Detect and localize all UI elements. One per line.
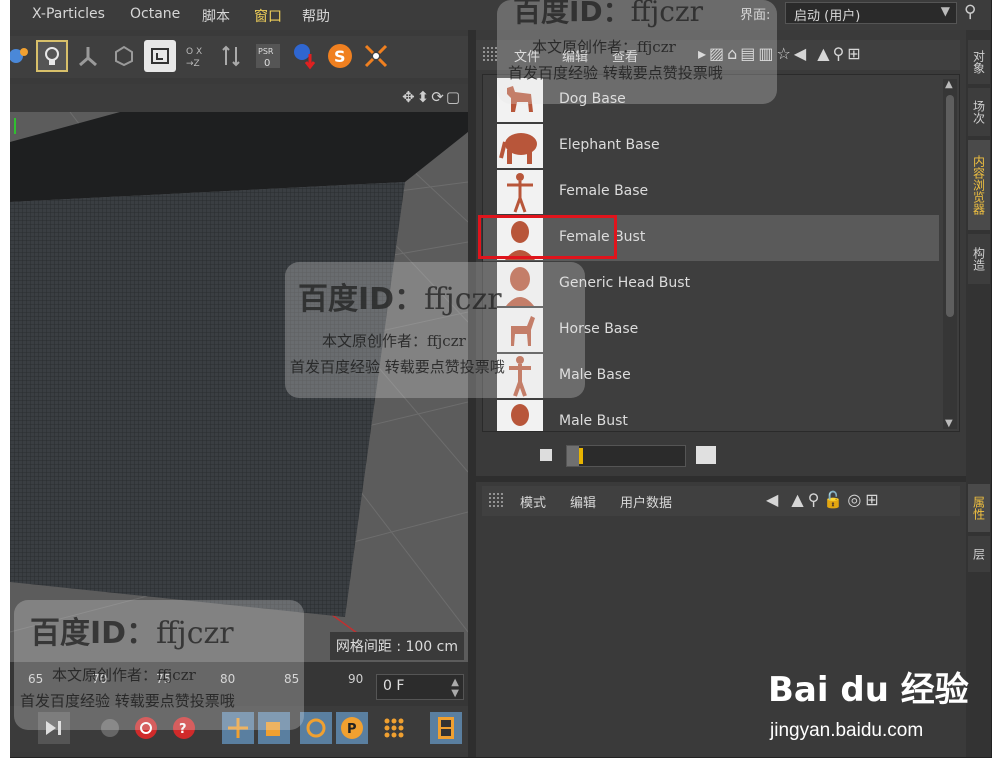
thumbnail-size-row xyxy=(482,440,960,470)
slider-handle[interactable] xyxy=(579,448,583,464)
menu-octane[interactable]: Octane xyxy=(130,6,180,22)
watermark-title: 百度ID： xyxy=(513,0,631,28)
tab-objects[interactable]: 对象 xyxy=(968,40,990,84)
attr-menu-mode[interactable]: 模式 xyxy=(520,492,546,511)
drop-object-icon[interactable] xyxy=(288,40,320,72)
thumbnail-size-slider[interactable] xyxy=(566,445,686,467)
watermark-author: 本文原创作者：ffjczr xyxy=(532,38,676,56)
attributes-header: 模式 编辑 用户数据 ◀ ▲⚲🔓◎⊞ xyxy=(482,486,960,516)
current-frame-value: 0 F xyxy=(383,678,405,694)
svg-text:S: S xyxy=(334,47,346,66)
rotate-key-icon[interactable] xyxy=(300,712,332,744)
attr-tool-icons[interactable]: ◀ ▲⚲🔓◎⊞ xyxy=(766,490,883,509)
watermark-note: 首发百度经验 转载要点赞投票哦 xyxy=(290,358,505,376)
layout-select[interactable]: 启动 (用户) ▼ xyxy=(785,2,957,24)
watermark-author: 本文原创作者：ffjczr xyxy=(322,332,466,350)
scroll-up-icon[interactable]: ▲ xyxy=(945,79,953,90)
slider-fill xyxy=(567,446,579,466)
list-scrollbar[interactable]: ▲ ▼ xyxy=(943,79,957,429)
side-tabs: 对象 场次 内容浏览器 构造 属性 层 xyxy=(966,30,991,757)
viewport-header: ✥⬍⟳▢ xyxy=(10,84,468,112)
snap-arrows-icon[interactable] xyxy=(216,40,248,72)
svg-text:O X: O X xyxy=(186,47,202,57)
elephant-icon xyxy=(497,124,543,168)
watermark-title: 百度ID： xyxy=(298,282,425,317)
search-icon[interactable]: ⚲ xyxy=(964,2,976,22)
list-item-label: Elephant Base xyxy=(559,137,660,153)
main-toolbar: O X →Z PSR 0 S xyxy=(10,36,468,78)
tab-structure[interactable]: 构造 xyxy=(968,234,990,284)
watermark-bottom: 百度ID：ffjczr xyxy=(30,608,234,652)
bone-tool-icon[interactable] xyxy=(72,40,104,72)
menu-window[interactable]: 窗口 xyxy=(254,6,282,26)
psr-reset-icon[interactable]: PSR 0 xyxy=(252,40,284,72)
list-item-label: Male Bust xyxy=(559,413,628,429)
svg-text:→Z: →Z xyxy=(186,59,200,69)
baidu-jingyan-url: jingyan.baidu.com xyxy=(770,720,924,741)
watermark-title: 百度ID： xyxy=(30,616,157,651)
horizontal-splitter[interactable] xyxy=(476,476,966,482)
watermark-handle: ffjczr xyxy=(156,616,234,651)
watermark-author: 本文原创作者：ffjczr xyxy=(52,666,196,684)
axis-xyz-icon[interactable]: O X →Z xyxy=(180,40,212,72)
tab-takes[interactable]: 场次 xyxy=(968,88,990,136)
grid-spacing-label: 网格间距 : 100 cm xyxy=(329,632,464,660)
viewport-nav-icons[interactable]: ✥⬍⟳▢ xyxy=(402,88,462,106)
panel-grip-icon[interactable] xyxy=(488,492,504,508)
large-thumb-icon[interactable] xyxy=(696,446,716,464)
watermark-middle: 百度ID：ffjczr xyxy=(298,274,502,318)
list-item[interactable]: Female Base xyxy=(483,169,939,215)
list-item[interactable]: Male Bust xyxy=(483,399,939,431)
spinner-icon[interactable]: ▲ ▼ xyxy=(451,677,459,699)
layout-select-value: 启动 (用户) xyxy=(794,9,861,24)
tab-layers[interactable]: 层 xyxy=(968,536,990,572)
tab-content-browser[interactable]: 内容浏览器 xyxy=(968,140,990,230)
attr-menu-userdata[interactable]: 用户数据 xyxy=(620,492,672,511)
chevron-down-icon: ▼ xyxy=(940,4,950,18)
female-figure-icon xyxy=(497,170,543,214)
current-frame-field[interactable]: 0 F ▲ ▼ xyxy=(376,674,464,700)
watermark-note: 首发百度经验 转载要点赞投票哦 xyxy=(508,64,723,82)
script-s-icon[interactable]: S xyxy=(324,40,356,72)
menu-script[interactable]: 脚本 xyxy=(202,6,230,26)
explode-icon[interactable] xyxy=(360,40,392,72)
baidu-jingyan-logo: Bai du 经验 xyxy=(768,670,969,710)
scroll-down-icon[interactable]: ▼ xyxy=(945,418,953,429)
timeline-tick: 90 xyxy=(348,672,364,686)
svg-text:PSR: PSR xyxy=(258,47,274,56)
list-item[interactable]: Elephant Base xyxy=(483,123,939,169)
light-bulb-icon[interactable] xyxy=(36,40,68,72)
cube-front-face xyxy=(10,182,405,617)
scroll-thumb[interactable] xyxy=(946,95,954,317)
film-strip-icon[interactable] xyxy=(430,712,462,744)
selection-highlight-box xyxy=(478,215,617,259)
cube-deformer-icon[interactable] xyxy=(108,40,140,72)
list-item-label: Female Base xyxy=(559,183,649,199)
male-bust-icon xyxy=(497,400,543,431)
render-settings-icon[interactable] xyxy=(10,40,34,72)
watermark-top: 百度ID：ffjczr xyxy=(513,0,703,30)
menu-x-particles[interactable]: X-Particles xyxy=(32,6,105,22)
svg-text:P: P xyxy=(347,722,357,737)
point-level-icon[interactable] xyxy=(378,712,410,744)
panel-grip-icon[interactable] xyxy=(482,46,498,62)
attr-menu-edit[interactable]: 编辑 xyxy=(570,492,596,511)
svg-text:0: 0 xyxy=(264,58,270,69)
small-thumb-icon[interactable] xyxy=(540,449,552,461)
parameter-key-icon[interactable]: P xyxy=(336,712,368,744)
tag-icon[interactable] xyxy=(144,40,176,72)
watermark-handle: ffjczr xyxy=(424,282,502,317)
watermark-note: 首发百度经验 转载要点赞投票哦 xyxy=(20,692,235,710)
watermark-handle: ffjczr xyxy=(630,0,704,28)
tab-attributes[interactable]: 属性 xyxy=(968,484,990,532)
menu-help[interactable]: 帮助 xyxy=(302,6,330,26)
